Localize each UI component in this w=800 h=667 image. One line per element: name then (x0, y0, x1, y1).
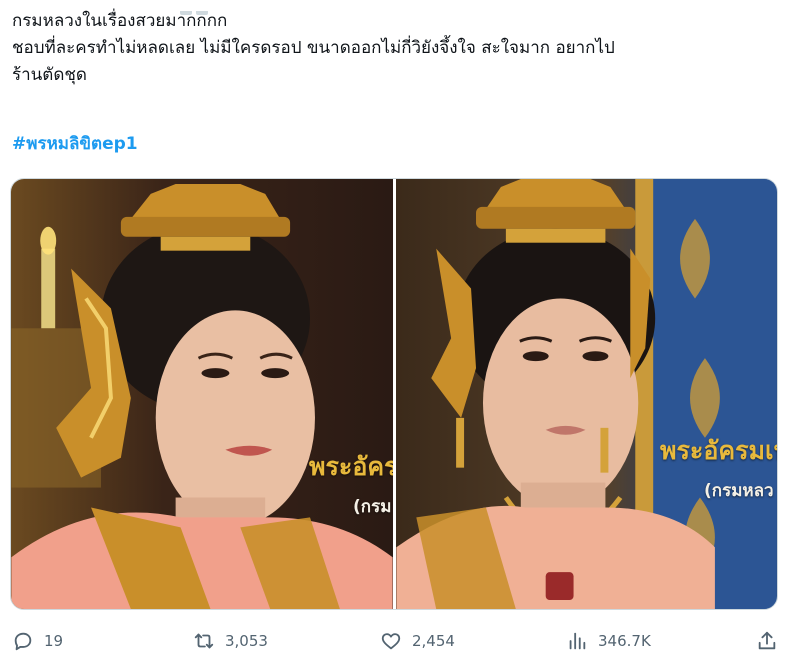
tweet-action-bar: 19 3,053 2,454 346.7K (0, 618, 800, 667)
repost-icon (194, 633, 214, 649)
tweet-line-1: กรมหลวงในเรื่องสวยมากกกก (12, 11, 228, 31)
reply-count: 19 (44, 632, 64, 650)
caption-sub-right: (กรมหลว (704, 481, 774, 501)
repost-count: 3,053 (225, 632, 268, 650)
media-image-right[interactable]: พระอัครมเห (กรมหลว (396, 179, 777, 609)
like-count: 2,454 (412, 632, 455, 650)
reply-button[interactable]: 19 (12, 630, 63, 652)
tweet-body: กรมหลวงในเรื่องสวยมากกกก ชอบที่ละครทำไม่… (12, 8, 788, 89)
media-image-left[interactable]: พระอัครม (กรม (11, 179, 393, 609)
like-button[interactable]: 2,454 (380, 630, 455, 652)
reply-icon (14, 632, 32, 651)
tweet-line-3: ร้านตัดชุด (12, 65, 87, 85)
portrait-illustration-left (11, 183, 393, 609)
hashtag-link[interactable]: #พรหมลิขิตep1 (12, 130, 138, 157)
tweet-media[interactable]: พระอัครม (กรม (10, 178, 778, 610)
views-button[interactable]: 346.7K (566, 630, 651, 652)
subtitle-caption-left: พระอัครม (กรม (309, 447, 393, 520)
share-icon (758, 631, 776, 650)
subtitle-caption-right: พระอัครมเห (กรมหลว (660, 431, 777, 504)
views-count: 346.7K (598, 632, 651, 650)
caption-sub-left: (กรม (353, 497, 392, 517)
share-button[interactable] (756, 630, 788, 652)
repost-button[interactable]: 3,053 (193, 630, 268, 652)
like-icon (381, 633, 401, 650)
caption-main-right: พระอัครมเห (660, 436, 777, 465)
views-icon (569, 632, 586, 650)
previous-content-edge (180, 0, 220, 15)
caption-main-left: พระอัครม (309, 452, 393, 481)
portrait-illustration-right (396, 179, 777, 609)
tweet-line-2: ชอบที่ละครทำไม่หลดเลย ไม่มีใครดรอป ขนาดอ… (12, 38, 615, 58)
